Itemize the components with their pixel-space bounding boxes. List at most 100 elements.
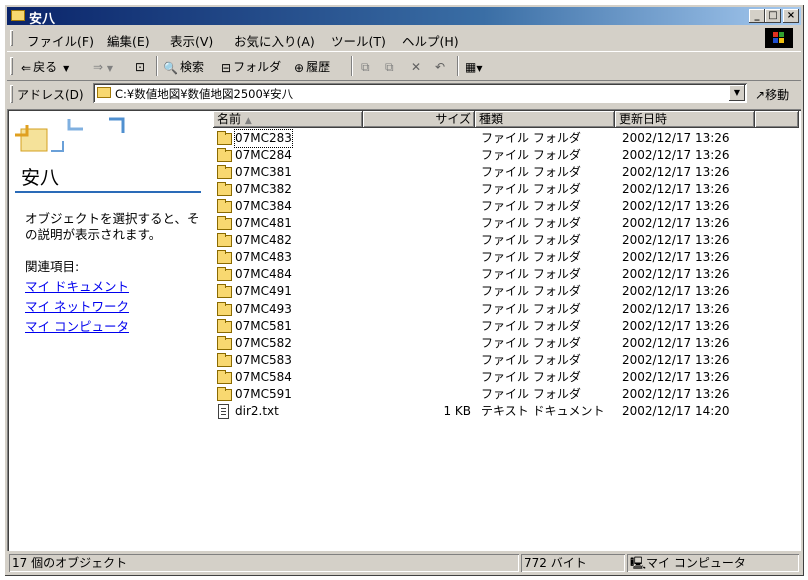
- web-view-panel: 安八 オブジェクトを選択すると、その説明が表示されます。 関連項目: マイ ドキ…: [9, 111, 205, 549]
- toolbar-separator: [457, 56, 459, 76]
- file-row[interactable]: 07MC584 ファイル フォルダ 2002/12/17 13:26: [213, 369, 799, 386]
- file-modified: 2002/12/17 13:26: [622, 199, 730, 214]
- file-type: ファイル フォルダ: [481, 301, 581, 316]
- menu-view[interactable]: 表示(V): [170, 31, 213, 50]
- address-dropdown-button[interactable]: ▼: [729, 85, 745, 101]
- file-list: 名前 ▲ サイズ 種類 更新日時 07MC283 ファイル フォルダ 2002/12…: [213, 111, 799, 549]
- folder-icon: [217, 386, 232, 401]
- file-row[interactable]: 07MC591 ファイル フォルダ 2002/12/17 13:26: [213, 386, 799, 403]
- file-type: ファイル フォルダ: [481, 369, 581, 384]
- forward-dropdown-icon[interactable]: ▼: [107, 64, 113, 73]
- file-name: 07MC584: [235, 369, 292, 384]
- back-label: 戻る: [33, 60, 58, 74]
- column-header-type[interactable]: 種類: [475, 111, 615, 128]
- file-name: dir2.txt: [235, 403, 279, 418]
- copy-to-button[interactable]: ⧉: [385, 58, 394, 76]
- column-header-modified[interactable]: 更新日時: [615, 111, 755, 128]
- column-header-name[interactable]: 名前 ▲: [213, 111, 363, 128]
- address-value[interactable]: C:¥数値地図¥数値地図2500¥安八: [115, 86, 293, 102]
- delete-button[interactable]: ✕: [411, 58, 421, 76]
- file-row[interactable]: 07MC382 ファイル フォルダ 2002/12/17 13:26: [213, 181, 799, 198]
- file-type: ファイル フォルダ: [481, 335, 581, 350]
- views-button[interactable]: ▦▼: [465, 58, 483, 76]
- menu-tools[interactable]: ツール(T): [331, 31, 386, 50]
- file-modified: 2002/12/17 13:26: [622, 165, 730, 180]
- minimize-button[interactable]: _: [749, 9, 765, 23]
- column-name-label: 名前: [217, 112, 242, 126]
- standard-toolbar: ⇐ 戻る ▼ ⇒ ▼ ⊡ 🔍 検索 ⊟ フォルダ ⊕ 履歴 ⧉ ⧉ ✕ ↶ ▦▼: [7, 51, 801, 81]
- file-name: 07MC483: [235, 250, 292, 265]
- file-row[interactable]: 07MC284 ファイル フォルダ 2002/12/17 13:26: [213, 147, 799, 164]
- file-name: 07MC581: [235, 318, 292, 333]
- file-row[interactable]: 07MC483 ファイル フォルダ 2002/12/17 13:26: [213, 249, 799, 266]
- column-header-size[interactable]: サイズ: [363, 111, 475, 128]
- file-name: 07MC284: [235, 148, 292, 163]
- status-size: 772 バイト: [521, 554, 625, 572]
- link-my-documents[interactable]: マイ ドキュメント: [25, 276, 129, 295]
- folder-icon: [217, 148, 232, 163]
- title-bar[interactable]: 安八 _ □ ×: [7, 7, 801, 27]
- folders-icon: ⊟: [221, 60, 232, 75]
- history-button[interactable]: ⊕ 履歴: [294, 58, 330, 76]
- file-row[interactable]: 07MC381 ファイル フォルダ 2002/12/17 13:26: [213, 164, 799, 181]
- menubar-grip[interactable]: [10, 30, 13, 46]
- menu-edit[interactable]: 編集(E): [107, 31, 150, 50]
- file-type: ファイル フォルダ: [481, 386, 581, 401]
- toolbar-separator: [351, 56, 353, 76]
- close-button[interactable]: ×: [783, 9, 799, 23]
- search-button[interactable]: 🔍 検索: [163, 58, 204, 76]
- menu-file[interactable]: ファイル(F): [27, 31, 94, 50]
- undo-button[interactable]: ↶: [435, 58, 445, 76]
- status-object-count: 17 個のオブジェクト: [9, 554, 519, 572]
- link-my-network[interactable]: マイ ネットワーク: [25, 296, 129, 315]
- views-dropdown-icon[interactable]: ▼: [476, 64, 482, 73]
- history-label: 履歴: [306, 60, 331, 74]
- file-row[interactable]: 07MC283 ファイル フォルダ 2002/12/17 13:26: [213, 129, 799, 148]
- addressbar-grip[interactable]: [10, 85, 13, 103]
- file-name: 07MC484: [235, 267, 292, 282]
- go-button[interactable]: ↗移動: [755, 86, 789, 103]
- file-row[interactable]: 07MC581 ファイル フォルダ 2002/12/17 13:26: [213, 318, 799, 335]
- up-folder-button[interactable]: ⊡: [135, 58, 145, 76]
- folder-icon: [217, 301, 232, 316]
- file-row[interactable]: 07MC482 ファイル フォルダ 2002/12/17 13:26: [213, 232, 799, 249]
- file-row[interactable]: dir2.txt 1 KB テキスト ドキュメント 2002/12/17 14:20: [213, 403, 799, 420]
- menu-help[interactable]: ヘルプ(H): [402, 31, 459, 50]
- file-modified: 2002/12/17 13:26: [622, 233, 730, 248]
- file-row[interactable]: 07MC491 ファイル フォルダ 2002/12/17 13:26: [213, 283, 799, 300]
- move-to-button[interactable]: ⧉: [361, 58, 370, 76]
- file-row[interactable]: 07MC484 ファイル フォルダ 2002/12/17 13:26: [213, 266, 799, 283]
- file-type: ファイル フォルダ: [481, 216, 581, 231]
- up-folder-icon: ⊡: [135, 60, 146, 74]
- link-my-computer[interactable]: マイ コンピュータ: [25, 316, 129, 335]
- file-name: 07MC482: [235, 233, 292, 248]
- computer-icon: 🖳: [630, 556, 647, 570]
- back-dropdown-icon[interactable]: ▼: [63, 64, 69, 73]
- file-modified: 2002/12/17 13:26: [622, 335, 730, 350]
- folder-icon: [217, 165, 232, 180]
- file-type: ファイル フォルダ: [481, 199, 581, 214]
- file-row[interactable]: 07MC493 ファイル フォルダ 2002/12/17 13:26: [213, 301, 799, 318]
- folder-icon: [217, 216, 232, 231]
- file-row[interactable]: 07MC582 ファイル フォルダ 2002/12/17 13:26: [213, 335, 799, 352]
- file-row[interactable]: 07MC583 ファイル フォルダ 2002/12/17 13:26: [213, 352, 799, 369]
- file-modified: 2002/12/17 13:26: [622, 301, 730, 316]
- file-row[interactable]: 07MC481 ファイル フォルダ 2002/12/17 13:26: [213, 215, 799, 232]
- address-bar: アドレス(D) C:¥数値地図¥数値地図2500¥安八 ▼ ↗移動: [7, 81, 801, 107]
- folder-graphic-icon: [15, 117, 125, 152]
- folders-button[interactable]: ⊟ フォルダ: [221, 58, 281, 76]
- folder-icon: [217, 369, 232, 384]
- back-button[interactable]: ⇐ 戻る ▼: [21, 58, 69, 76]
- file-name: 07MC493: [235, 301, 292, 316]
- go-label: 移動: [765, 88, 790, 102]
- file-type: ファイル フォルダ: [481, 352, 581, 367]
- menu-favorites[interactable]: お気に入り(A): [234, 31, 315, 50]
- forward-button[interactable]: ⇒ ▼: [93, 58, 113, 76]
- file-row[interactable]: 07MC384 ファイル フォルダ 2002/12/17 13:26: [213, 198, 799, 215]
- address-field[interactable]: C:¥数値地図¥数値地図2500¥安八: [93, 83, 747, 103]
- search-icon: 🔍: [163, 60, 178, 75]
- file-modified: 2002/12/17 13:26: [622, 148, 730, 163]
- file-type: テキスト ドキュメント: [481, 403, 605, 418]
- maximize-button[interactable]: □: [765, 9, 781, 23]
- toolbar-grip[interactable]: [10, 57, 13, 75]
